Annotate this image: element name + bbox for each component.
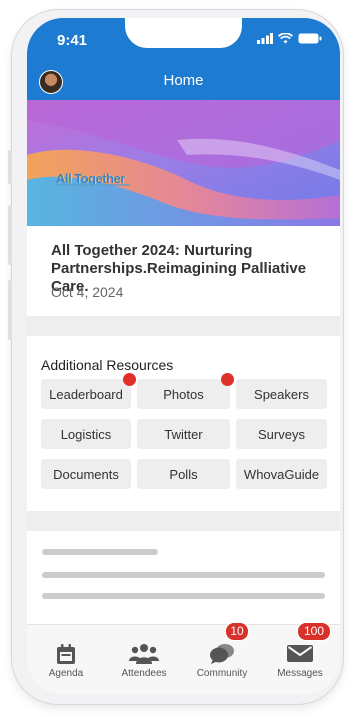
loading-skeleton-line [42,549,158,555]
resource-leaderboard-button[interactable]: Leaderboard [41,379,131,409]
community-badge: 10 [225,622,249,641]
tab-agenda[interactable]: Agenda [27,625,105,685]
phone-volume-down [8,280,12,340]
people-icon [129,644,159,664]
wifi-icon [278,33,293,44]
status-icons [257,33,322,44]
loading-skeleton-line [42,593,325,599]
cellular-signal-icon [257,33,273,44]
page-title: Home [163,72,204,89]
tab-attendees-label: Attendees [121,668,167,679]
battery-icon [298,33,322,44]
tab-community-label: Community [196,668,248,679]
resource-polls-button[interactable]: Polls [137,459,230,489]
phone-volume-up [8,205,12,265]
resource-speakers-button[interactable]: Speakers [236,379,327,409]
resource-twitter-button[interactable]: Twitter [137,419,230,449]
tab-messages[interactable]: Messages 100 [261,622,339,685]
event-banner[interactable] [27,100,340,226]
loading-skeleton-line [42,572,325,578]
photos-notification-dot [221,373,234,386]
banner-art [27,100,340,226]
resources-title: Additional Resources [41,357,174,373]
resource-logistics-button[interactable]: Logistics [41,419,131,449]
phone-screen: 9:41 Home All Together All Together 2024… [27,18,340,694]
status-time: 9:41 [57,32,88,49]
bottom-tab-bar: Agenda Attendees Community 10 Messages 1… [27,622,340,694]
resource-whovaguide-button[interactable]: WhovaGuide [236,459,327,489]
leaderboard-notification-dot [123,373,136,386]
section-divider [27,316,340,336]
resource-documents-button[interactable]: Documents [41,459,131,489]
calendar-icon [57,644,75,664]
section-divider [27,511,340,531]
event-date: Oct 4, 2024 [51,284,124,300]
tab-community[interactable]: Community 10 [183,622,261,685]
chat-bubbles-icon [210,644,234,664]
tab-messages-label: Messages [277,668,323,679]
envelope-icon [287,645,313,662]
resource-surveys-button[interactable]: Surveys [236,419,327,449]
phone-silent-switch [8,150,12,184]
messages-badge: 100 [297,622,331,641]
tab-agenda-label: Agenda [48,668,84,679]
banner-logo-tagline [56,184,130,186]
tab-attendees[interactable]: Attendees [105,625,183,685]
resource-photos-button[interactable]: Photos [137,379,230,409]
phone-notch [125,18,242,48]
